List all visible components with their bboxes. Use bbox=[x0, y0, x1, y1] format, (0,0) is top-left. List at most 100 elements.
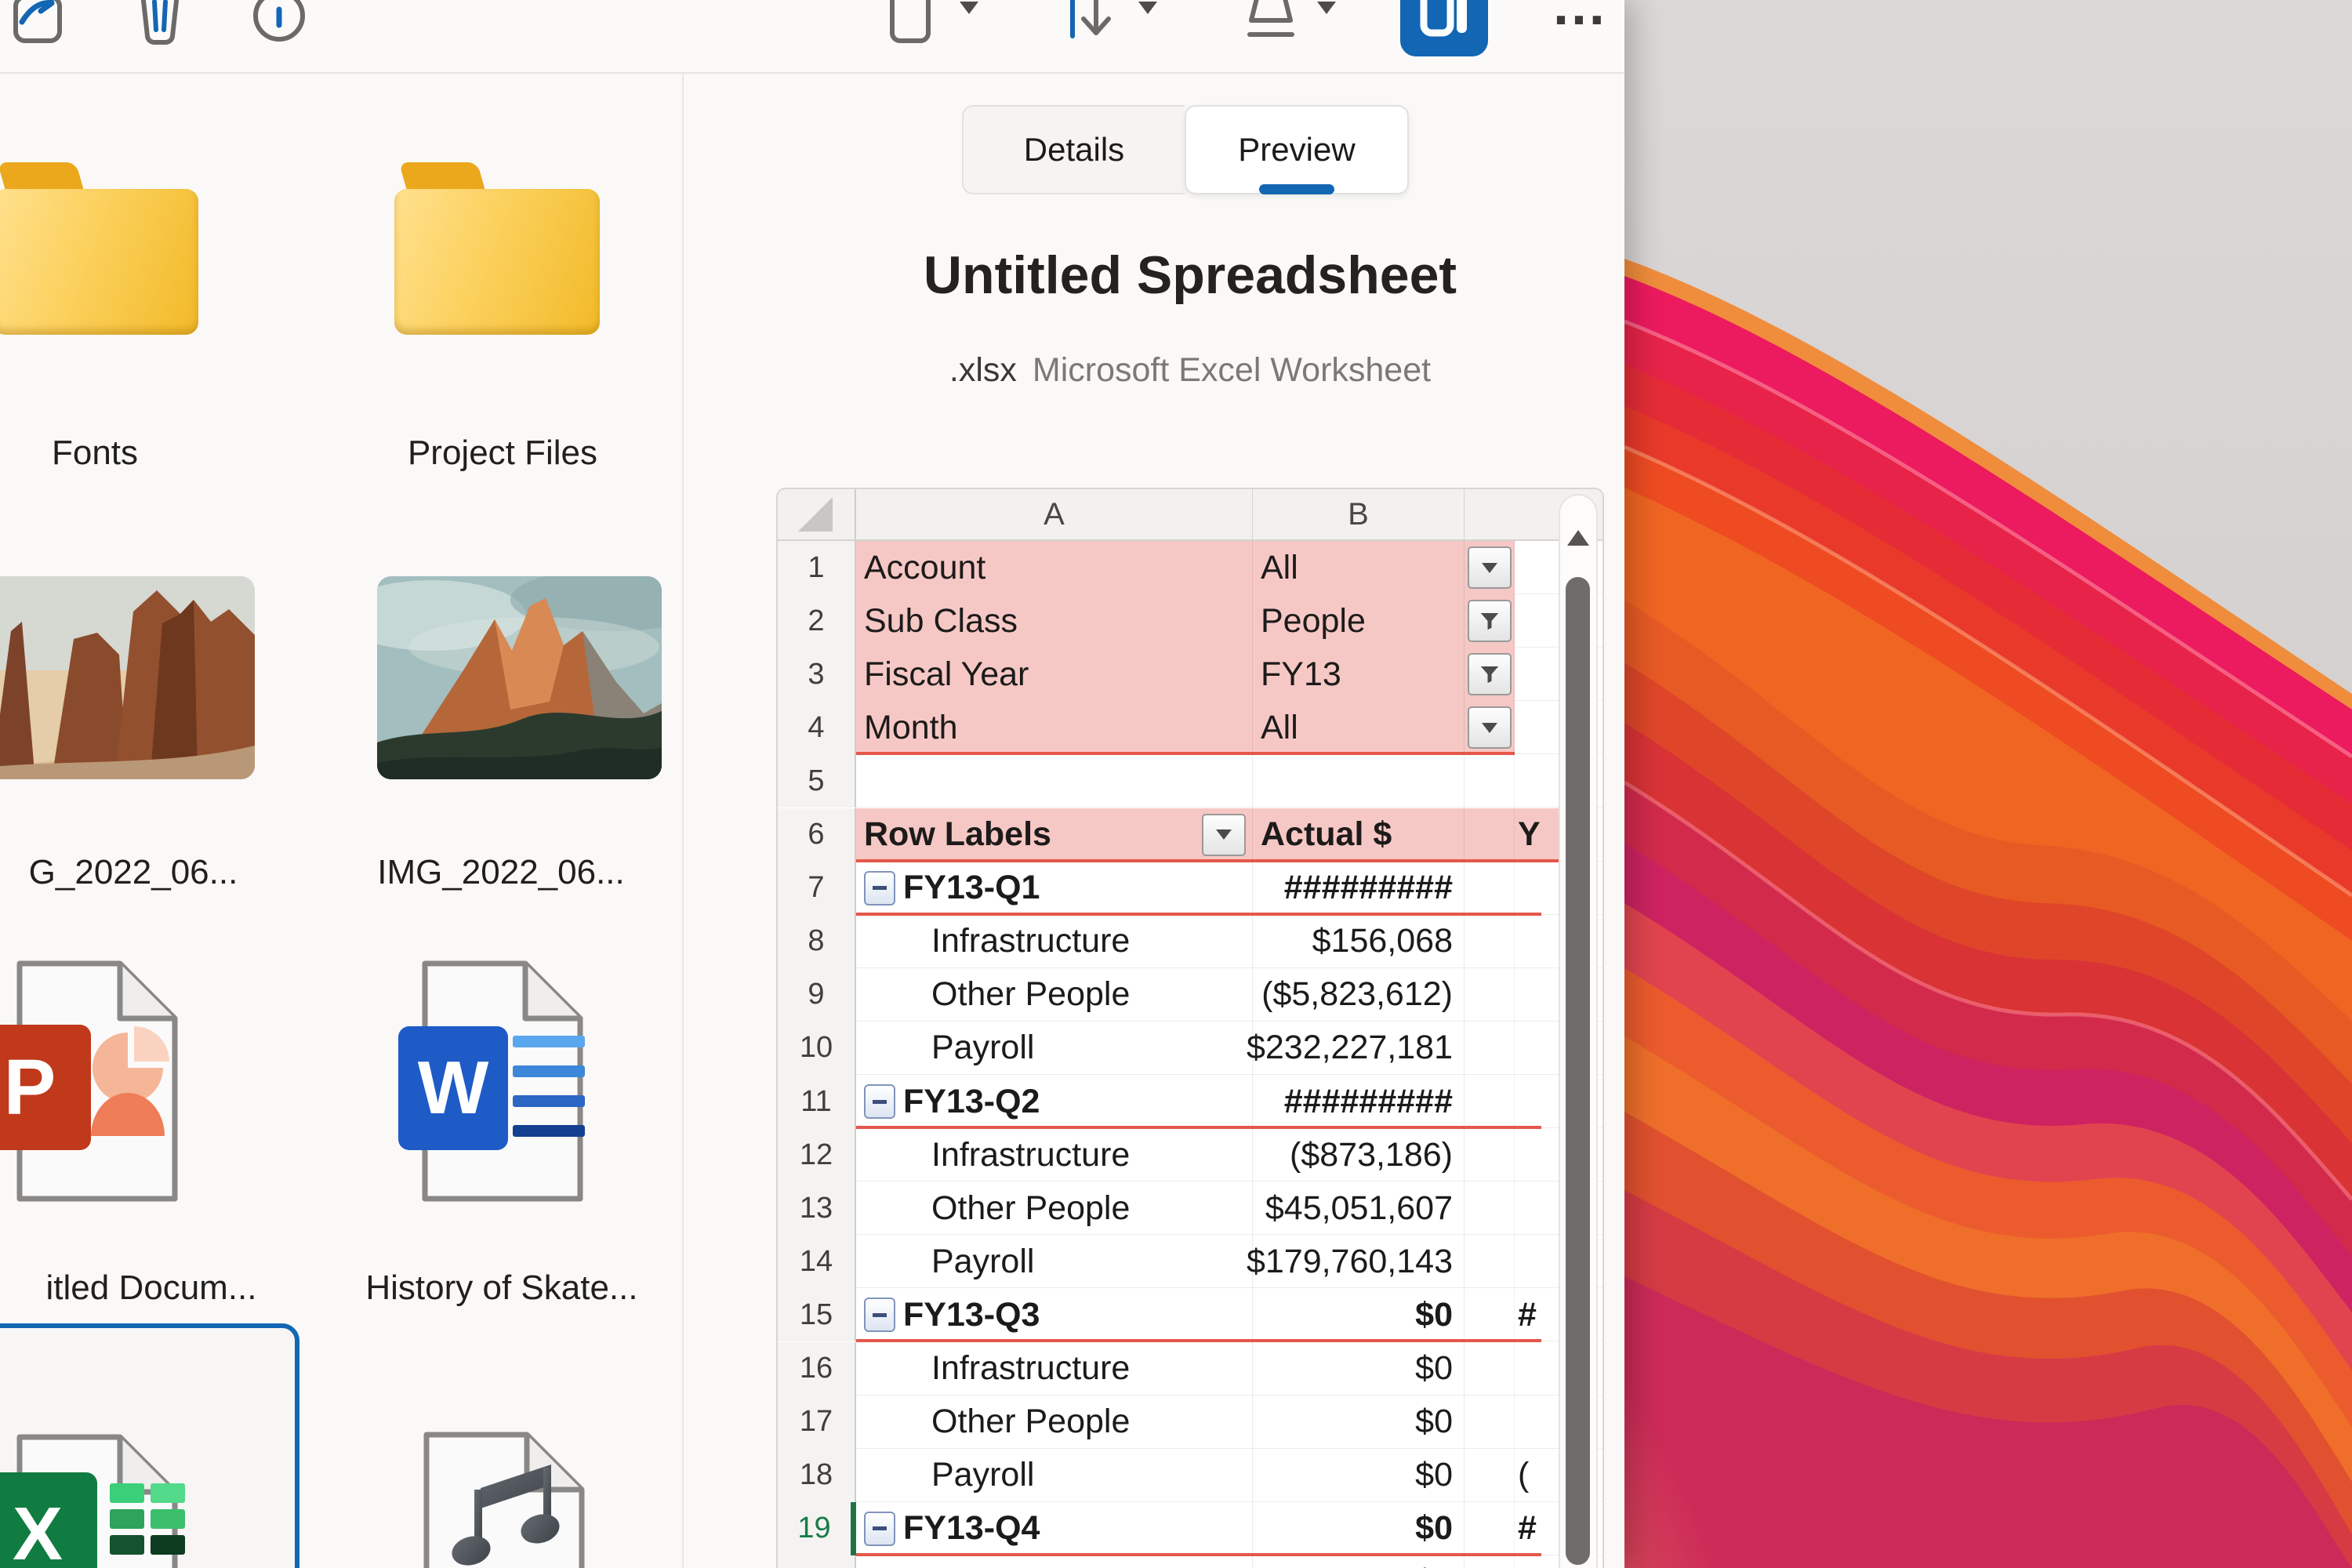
filter-funnel-icon bbox=[1468, 600, 1512, 642]
row-number: 17 bbox=[778, 1396, 856, 1449]
scroll-up-arrow-icon[interactable] bbox=[1567, 530, 1589, 546]
cell-filter-strip bbox=[1465, 915, 1515, 968]
cell-b: $0 bbox=[1253, 1288, 1465, 1341]
cell-a-text: Month bbox=[864, 709, 958, 747]
cell-b: ($873,186) bbox=[1253, 1128, 1465, 1181]
file-label: Project Files bbox=[299, 434, 706, 473]
delete-icon[interactable] bbox=[133, 0, 187, 47]
cell-filter-strip bbox=[1465, 1235, 1515, 1288]
sheet-row-7: 7FY13-Q1######### bbox=[778, 862, 1602, 915]
cell-a-text: Infrastructure bbox=[931, 1136, 1130, 1174]
share-icon[interactable] bbox=[11, 0, 69, 47]
row-number: 9 bbox=[778, 968, 856, 1022]
row-number: 8 bbox=[778, 915, 856, 968]
cell-a-text: FY13-Q1 bbox=[903, 869, 1040, 907]
cell-filter-strip bbox=[1465, 1342, 1515, 1396]
view-icon[interactable] bbox=[1242, 0, 1303, 49]
cell-a-text: Fiscal Year bbox=[864, 655, 1029, 694]
cell-c bbox=[1515, 1128, 1541, 1181]
cell-filter-strip bbox=[1465, 862, 1515, 915]
view-dropdown-chevron-icon[interactable] bbox=[1317, 2, 1336, 14]
cell-b: FY13 bbox=[1253, 648, 1465, 701]
cell-b: People bbox=[1253, 594, 1465, 648]
cell-c bbox=[1515, 1555, 1541, 1568]
cell-b: All bbox=[1253, 701, 1465, 754]
cell-c bbox=[1515, 648, 1541, 701]
cell-c bbox=[1515, 968, 1541, 1022]
cell-b bbox=[1253, 754, 1465, 808]
cell-b: $232,227,181 bbox=[1253, 1022, 1465, 1075]
cell-a: FY13-Q3 bbox=[856, 1288, 1253, 1341]
explorer-toolbar: … bbox=[0, 0, 1624, 74]
scrollbar-thumb[interactable] bbox=[1566, 577, 1590, 1565]
cell-a-text: Payroll bbox=[931, 1029, 1034, 1067]
spreadsheet-preview[interactable]: A B 1AccountAll2Sub ClassPeople3Fiscal Y… bbox=[776, 488, 1604, 1568]
excel-grid-icon bbox=[151, 1483, 185, 1503]
cell-filter-strip bbox=[1465, 1022, 1515, 1075]
row-number: 1 bbox=[778, 541, 856, 594]
cell-c bbox=[1515, 701, 1541, 754]
cell-a: Payroll bbox=[856, 1449, 1253, 1502]
cell-c bbox=[1515, 1342, 1541, 1396]
cell-a bbox=[856, 754, 1253, 808]
cell-a: Sub Class bbox=[856, 594, 1253, 648]
more-options-icon[interactable]: … bbox=[1551, 0, 1612, 38]
paste-icon[interactable] bbox=[884, 0, 939, 50]
cell-a-text: Other People bbox=[931, 975, 1130, 1014]
cell-c bbox=[1515, 541, 1541, 594]
info-icon[interactable] bbox=[251, 0, 307, 49]
preview-scrollbar[interactable] bbox=[1559, 494, 1598, 1568]
cell-a: Month bbox=[856, 701, 1253, 754]
row-number: 16 bbox=[778, 1342, 856, 1396]
preview-pane-toggle-button[interactable] bbox=[1400, 0, 1488, 56]
excel-badge-icon: X bbox=[0, 1472, 97, 1568]
sheet-row-3: 3Fiscal YearFY13 bbox=[778, 648, 1602, 701]
sheet-row-18: 18Payroll$0( bbox=[778, 1449, 1602, 1502]
photo-thumbnail-mountain bbox=[377, 576, 662, 779]
cell-b: $0 bbox=[1253, 1342, 1465, 1396]
excel-grid-icon bbox=[110, 1483, 144, 1503]
paste-dropdown-chevron-icon[interactable] bbox=[960, 2, 978, 14]
pane-divider bbox=[682, 74, 684, 1568]
collapse-button-icon bbox=[864, 1512, 895, 1546]
filter-funnel-icon bbox=[1468, 653, 1512, 695]
music-note-icon bbox=[451, 1458, 584, 1568]
word-badge-icon: W bbox=[398, 1026, 508, 1150]
row-number: 11 bbox=[778, 1075, 856, 1128]
cell-filter-strip bbox=[1465, 1075, 1515, 1128]
sort-dropdown-chevron-icon[interactable] bbox=[1138, 2, 1157, 14]
row-number: 13 bbox=[778, 1181, 856, 1235]
cell-a-text: Row Labels bbox=[864, 815, 1051, 854]
file-label: History of Skate... bbox=[298, 1269, 706, 1308]
tab-preview[interactable]: Preview bbox=[1185, 105, 1409, 194]
cell-b: $45,051,607 bbox=[1253, 1181, 1465, 1235]
cell-filter-strip bbox=[1465, 1396, 1515, 1449]
row-number: 20 bbox=[778, 1555, 856, 1568]
column-header-row: A B bbox=[778, 489, 1602, 541]
cell-b: $0 bbox=[1253, 1396, 1465, 1449]
cell-b: $0 bbox=[1253, 1555, 1465, 1568]
tab-details[interactable]: Details bbox=[962, 105, 1185, 194]
row-number: 10 bbox=[778, 1022, 856, 1075]
file-explorer-window: … Fonts Project Files G_2022_06... bbox=[0, 0, 1624, 1568]
sheet-row-5: 5 bbox=[778, 754, 1602, 808]
cell-a-text: Other People bbox=[931, 1189, 1130, 1228]
cell-c bbox=[1515, 1235, 1541, 1288]
cell-a: FY13-Q2 bbox=[856, 1075, 1253, 1128]
cell-a: Other People bbox=[856, 968, 1253, 1022]
excel-grid-icon bbox=[110, 1509, 144, 1529]
sheet-row-11: 11FY13-Q2######### bbox=[778, 1075, 1602, 1128]
sheet-row-2: 2Sub ClassPeople bbox=[778, 594, 1602, 648]
cell-a: Fiscal Year bbox=[856, 648, 1253, 701]
sort-icon[interactable] bbox=[1063, 0, 1126, 50]
excel-grid-icon bbox=[151, 1509, 185, 1529]
active-tab-indicator bbox=[1259, 184, 1334, 194]
cell-a-text: Payroll bbox=[931, 1456, 1034, 1494]
cell-filter-strip bbox=[1465, 1502, 1515, 1555]
sheet-row-16: 16Infrastructure$0 bbox=[778, 1342, 1602, 1396]
sheet-row-6: 6Row LabelsActual $Y bbox=[778, 808, 1602, 862]
row-number: 5 bbox=[778, 754, 856, 808]
folder-icon bbox=[394, 154, 606, 339]
row-number: 19 bbox=[778, 1502, 856, 1555]
dropdown-button-icon bbox=[1468, 706, 1512, 749]
